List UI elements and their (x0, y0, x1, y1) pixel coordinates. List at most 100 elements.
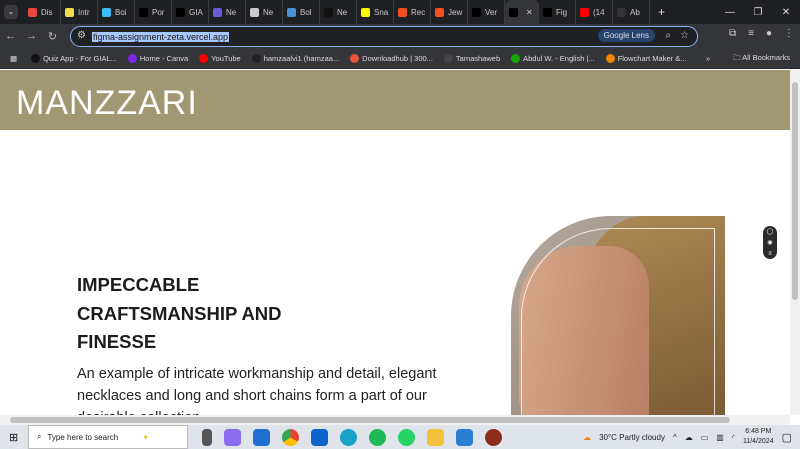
bookmark-item[interactable]: Tamashaweb (443, 53, 500, 63)
zoom-icon[interactable]: ⌕ (665, 30, 671, 41)
store-icon[interactable] (253, 428, 270, 446)
tab-favicon-icon (176, 7, 185, 17)
outlook-icon[interactable] (311, 428, 328, 446)
bookmark-label: YouTube (211, 53, 241, 63)
restore-button[interactable]: ❐ (744, 7, 772, 18)
whatsapp-icon[interactable] (398, 428, 415, 446)
address-bar[interactable]: ⚙ figma-assignment-zeta.vercel.app Googl… (70, 26, 698, 47)
notifications-icon[interactable]: ▢ (782, 431, 792, 444)
google-lens-button[interactable]: Google Lens (597, 29, 655, 42)
browser-tab[interactable]: Intr (61, 0, 98, 24)
bookmark-favicon-icon (127, 53, 137, 63)
more-bookmarks-icon[interactable]: » (706, 54, 710, 63)
tab-label: Intr (78, 7, 90, 17)
record-icon[interactable]: ◉ (767, 239, 772, 246)
list-icon[interactable]: ≡ (768, 251, 772, 257)
file-explorer-icon[interactable] (427, 428, 444, 446)
tab-favicon-icon (65, 7, 74, 17)
onedrive-icon[interactable]: ☁ (685, 433, 693, 442)
site-info-icon[interactable]: ⚙ (77, 30, 86, 41)
site-logo[interactable]: MANZZARI (16, 84, 198, 123)
copilot-icon[interactable] (224, 428, 241, 446)
browser-tab[interactable]: Ne (209, 0, 246, 24)
chrome-icon[interactable] (282, 428, 299, 446)
tab-label: GIA (189, 7, 203, 17)
battery-icon[interactable]: ▭ (701, 433, 709, 442)
tab-favicon-icon (28, 7, 37, 17)
app-icon[interactable] (485, 428, 502, 446)
tab-favicon-icon (250, 7, 259, 17)
forward-button[interactable]: → (21, 30, 42, 42)
tab-label: Ne (337, 7, 348, 17)
floating-toolbar[interactable]: ◯ ◉ ≡ (763, 226, 777, 259)
minimize-button[interactable]: — (716, 7, 744, 18)
back-button[interactable]: ← (0, 30, 21, 42)
browser-tab[interactable]: Dis (24, 0, 61, 24)
bookmark-favicon-icon (251, 53, 261, 63)
bookmark-favicon-icon (443, 53, 453, 63)
browser-tab[interactable]: Ne (246, 0, 283, 24)
browser-tab[interactable]: Ab (613, 0, 650, 24)
bookmark-favicon-icon (350, 53, 360, 63)
close-tab-icon[interactable]: ✕ (526, 8, 533, 17)
tab-favicon-icon (139, 7, 148, 17)
horizontal-scrollbar[interactable] (0, 415, 790, 425)
taskbar-search[interactable]: ⌕ Type here to search ✦ (28, 425, 188, 449)
site-header: MANZZARI (0, 70, 790, 130)
browser-tab[interactable]: Sna (357, 0, 394, 24)
apps-icon[interactable]: ▦ (10, 54, 17, 63)
all-bookmarks[interactable]: 🗀 All Bookmarks (733, 52, 790, 65)
tab-favicon-icon (287, 7, 296, 17)
bookmark-item[interactable]: Quiz App - For GIAL... (31, 53, 117, 63)
browser-tab[interactable]: GIA (172, 0, 209, 24)
hero-model-image (511, 216, 725, 415)
browser-tab[interactable]: Boi (98, 0, 135, 24)
vscode-icon[interactable] (456, 428, 473, 446)
extensions-icon[interactable]: ⧉ (729, 28, 736, 39)
start-button[interactable]: ⊞ (9, 431, 18, 444)
bookmark-star-icon[interactable]: ☆ (680, 30, 689, 41)
clock[interactable]: 6:48 PM 11/4/2024 (743, 427, 774, 447)
tab-label: Jew (448, 7, 463, 17)
url-text[interactable]: figma-assignment-zeta.vercel.app (92, 31, 230, 42)
tab-favicon-icon (543, 7, 552, 17)
tab-label: Ne (263, 7, 274, 17)
profile-avatar[interactable]: ● (766, 28, 772, 39)
tray-chevron-icon[interactable]: ^ (673, 433, 677, 442)
menu-icon[interactable]: ⋮ (784, 28, 794, 39)
tab-search-button[interactable]: ⌄ (4, 5, 18, 19)
media-icon[interactable]: ≡ (748, 28, 754, 39)
tab-label: Fig (556, 7, 568, 17)
comment-icon[interactable]: ◯ (767, 228, 774, 235)
browser-tab[interactable]: Ne (320, 0, 357, 24)
browser-tab[interactable]: Por (135, 0, 172, 24)
bookmark-label: Downloadhub | 300... (362, 53, 433, 63)
bookmark-item[interactable]: Downloadhub | 300... (350, 53, 433, 63)
reload-button[interactable]: ↻ (42, 30, 63, 43)
browser-tab[interactable]: Bol (283, 0, 320, 24)
browser-tab[interactable]: Rec (394, 0, 431, 24)
weather-text[interactable]: 30°C Partly cloudy (599, 433, 665, 442)
browser-tab[interactable]: (14 (576, 0, 613, 24)
date: 11/4/2024 (742, 438, 774, 445)
browser-tab[interactable]: Jew (431, 0, 468, 24)
bookmark-item[interactable]: Home - Canva (127, 53, 188, 63)
browser-tab[interactable]: Ver (468, 0, 505, 24)
browser-tab[interactable]: Fig (539, 0, 576, 24)
bookmark-favicon-icon (199, 53, 209, 63)
bookmark-item[interactable]: Flowchart Maker &... (605, 53, 686, 63)
close-window-button[interactable]: ✕ (772, 7, 800, 18)
bookmarks-bar: ▦ Quiz App - For GIAL... Home - Canva YouT… (0, 48, 800, 69)
wifi-icon[interactable]: ◜ (732, 433, 735, 442)
network-icon[interactable]: ▥ (716, 433, 724, 442)
weather-icon[interactable]: ☁ (583, 433, 591, 442)
task-view-icon[interactable] (202, 428, 212, 446)
bookmark-item[interactable]: Abdul W. - English |... (511, 53, 595, 63)
vertical-scrollbar[interactable] (790, 70, 800, 415)
spotify-icon[interactable] (369, 428, 386, 446)
bookmark-item[interactable]: YouTube (199, 53, 241, 63)
browser-tab[interactable]: ✕ (505, 0, 539, 24)
new-tab-button[interactable]: + (658, 5, 665, 19)
bookmark-item[interactable]: hamzaalvi1 (hamzaa... (251, 53, 339, 63)
edge-icon[interactable] (340, 428, 357, 446)
